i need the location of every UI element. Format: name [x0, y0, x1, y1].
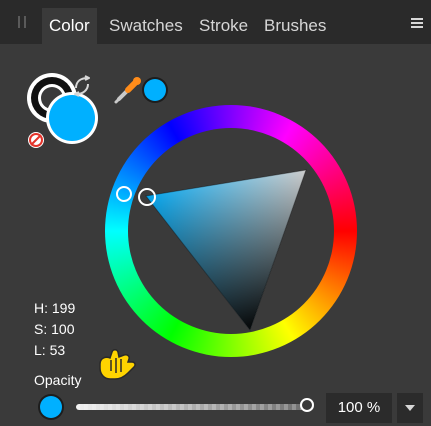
color-wheel[interactable] [104, 104, 358, 358]
opacity-dropdown-button[interactable] [397, 393, 423, 423]
saturation-value: S: 100 [34, 321, 75, 337]
opacity-color-dot [40, 396, 62, 418]
opacity-slider-thumb[interactable] [300, 398, 314, 412]
opacity-slider[interactable] [76, 398, 314, 412]
lightness-value: L: 53 [34, 342, 66, 358]
no-color-icon[interactable] [28, 132, 44, 148]
opacity-value-field[interactable]: 100 % [326, 393, 392, 423]
color-wells[interactable] [22, 70, 112, 160]
tab-swatches-label: Swatches [109, 16, 183, 35]
hue-value: H: 199 [34, 300, 76, 316]
picked-color-swatch [144, 79, 166, 101]
hand-cursor-icon [94, 346, 140, 386]
chevron-down-icon [405, 405, 415, 411]
hsl-readout: H: 199 S: 100 L: 53 [34, 298, 75, 361]
opacity-label: Opacity [34, 372, 82, 388]
tab-brushes-label: Brushes [264, 16, 327, 35]
color-picker-icon[interactable] [113, 75, 143, 105]
swap-colors-icon[interactable] [74, 75, 90, 97]
opacity-slider-track[interactable] [76, 404, 314, 410]
tab-stroke[interactable]: Stroke [192, 8, 255, 44]
menu-icon[interactable] [411, 18, 423, 28]
tab-swatches[interactable]: Swatches [102, 8, 190, 44]
tab-color[interactable]: Color [42, 8, 97, 44]
panel-grip-icon[interactable] [18, 16, 26, 28]
tab-bar: Color Swatches Stroke Brushes [0, 0, 431, 44]
tab-stroke-label: Stroke [199, 16, 249, 35]
color-panel: Color Swatches Stroke Brushes H: 199 S: … [0, 0, 431, 426]
tab-brushes[interactable]: Brushes [257, 8, 333, 44]
opacity-value-text: 100 % [337, 399, 381, 416]
tab-color-label: Color [49, 16, 90, 35]
